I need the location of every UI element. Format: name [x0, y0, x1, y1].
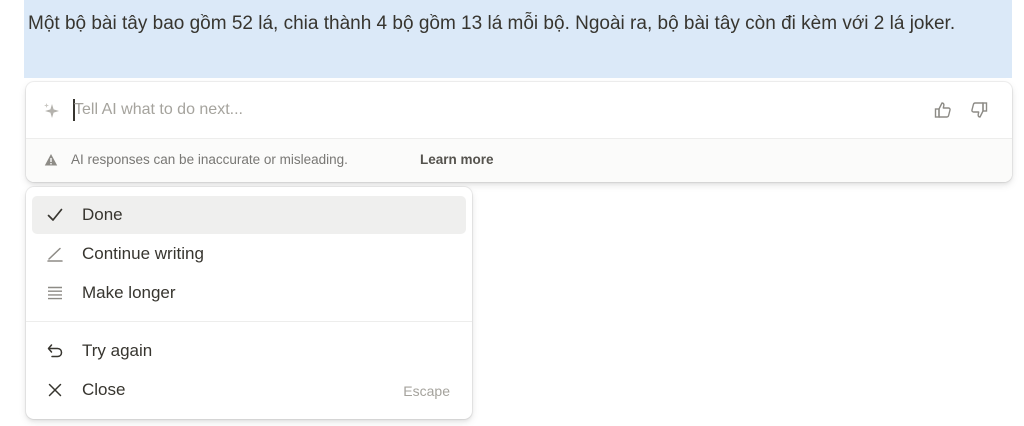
- lines-icon: [48, 286, 62, 300]
- menu-item-close[interactable]: Close Escape: [32, 371, 466, 409]
- menu-item-label: Close: [82, 380, 126, 399]
- menu-item-continue-writing[interactable]: Continue writing: [32, 235, 466, 273]
- menu-item-label: Done: [82, 205, 123, 224]
- menu-item-label: Make longer: [82, 283, 176, 302]
- selected-text: Một bộ bài tây bao gồm 52 lá, chia thành…: [28, 13, 956, 34]
- menu-item-label: Continue writing: [82, 244, 204, 263]
- thumbs-up-icon[interactable]: [932, 99, 954, 121]
- ai-input-row: [26, 82, 1012, 138]
- menu-item-try-again[interactable]: Try again: [32, 332, 466, 370]
- keyboard-shortcut: Escape: [403, 383, 450, 399]
- disclaimer-text: AI responses can be inaccurate or mislea…: [71, 152, 348, 167]
- check-icon: [47, 208, 63, 221]
- ai-actions-menu: Done Continue writing Make longer Try ag…: [26, 187, 472, 419]
- warning-icon: [44, 154, 58, 166]
- menu-item-make-longer[interactable]: Make longer: [32, 274, 466, 312]
- ai-prompt-input[interactable]: [74, 96, 894, 124]
- pen-icon: [47, 247, 63, 262]
- undo-arrow-icon: [47, 344, 63, 358]
- learn-more-link[interactable]: Learn more: [420, 152, 494, 167]
- sparkle-icon: [44, 103, 59, 118]
- thumbs-down-icon[interactable]: [968, 99, 990, 121]
- menu-item-done[interactable]: Done: [32, 196, 466, 234]
- ai-disclaimer-row: AI responses can be inaccurate or mislea…: [26, 139, 1012, 182]
- ai-prompt-panel: AI responses can be inaccurate or mislea…: [26, 82, 1012, 182]
- menu-divider: [26, 321, 472, 322]
- menu-item-label: Try again: [82, 341, 153, 360]
- selected-text-block[interactable]: Một bộ bài tây bao gồm 52 lá, chia thành…: [24, 0, 1012, 78]
- close-icon: [48, 383, 62, 397]
